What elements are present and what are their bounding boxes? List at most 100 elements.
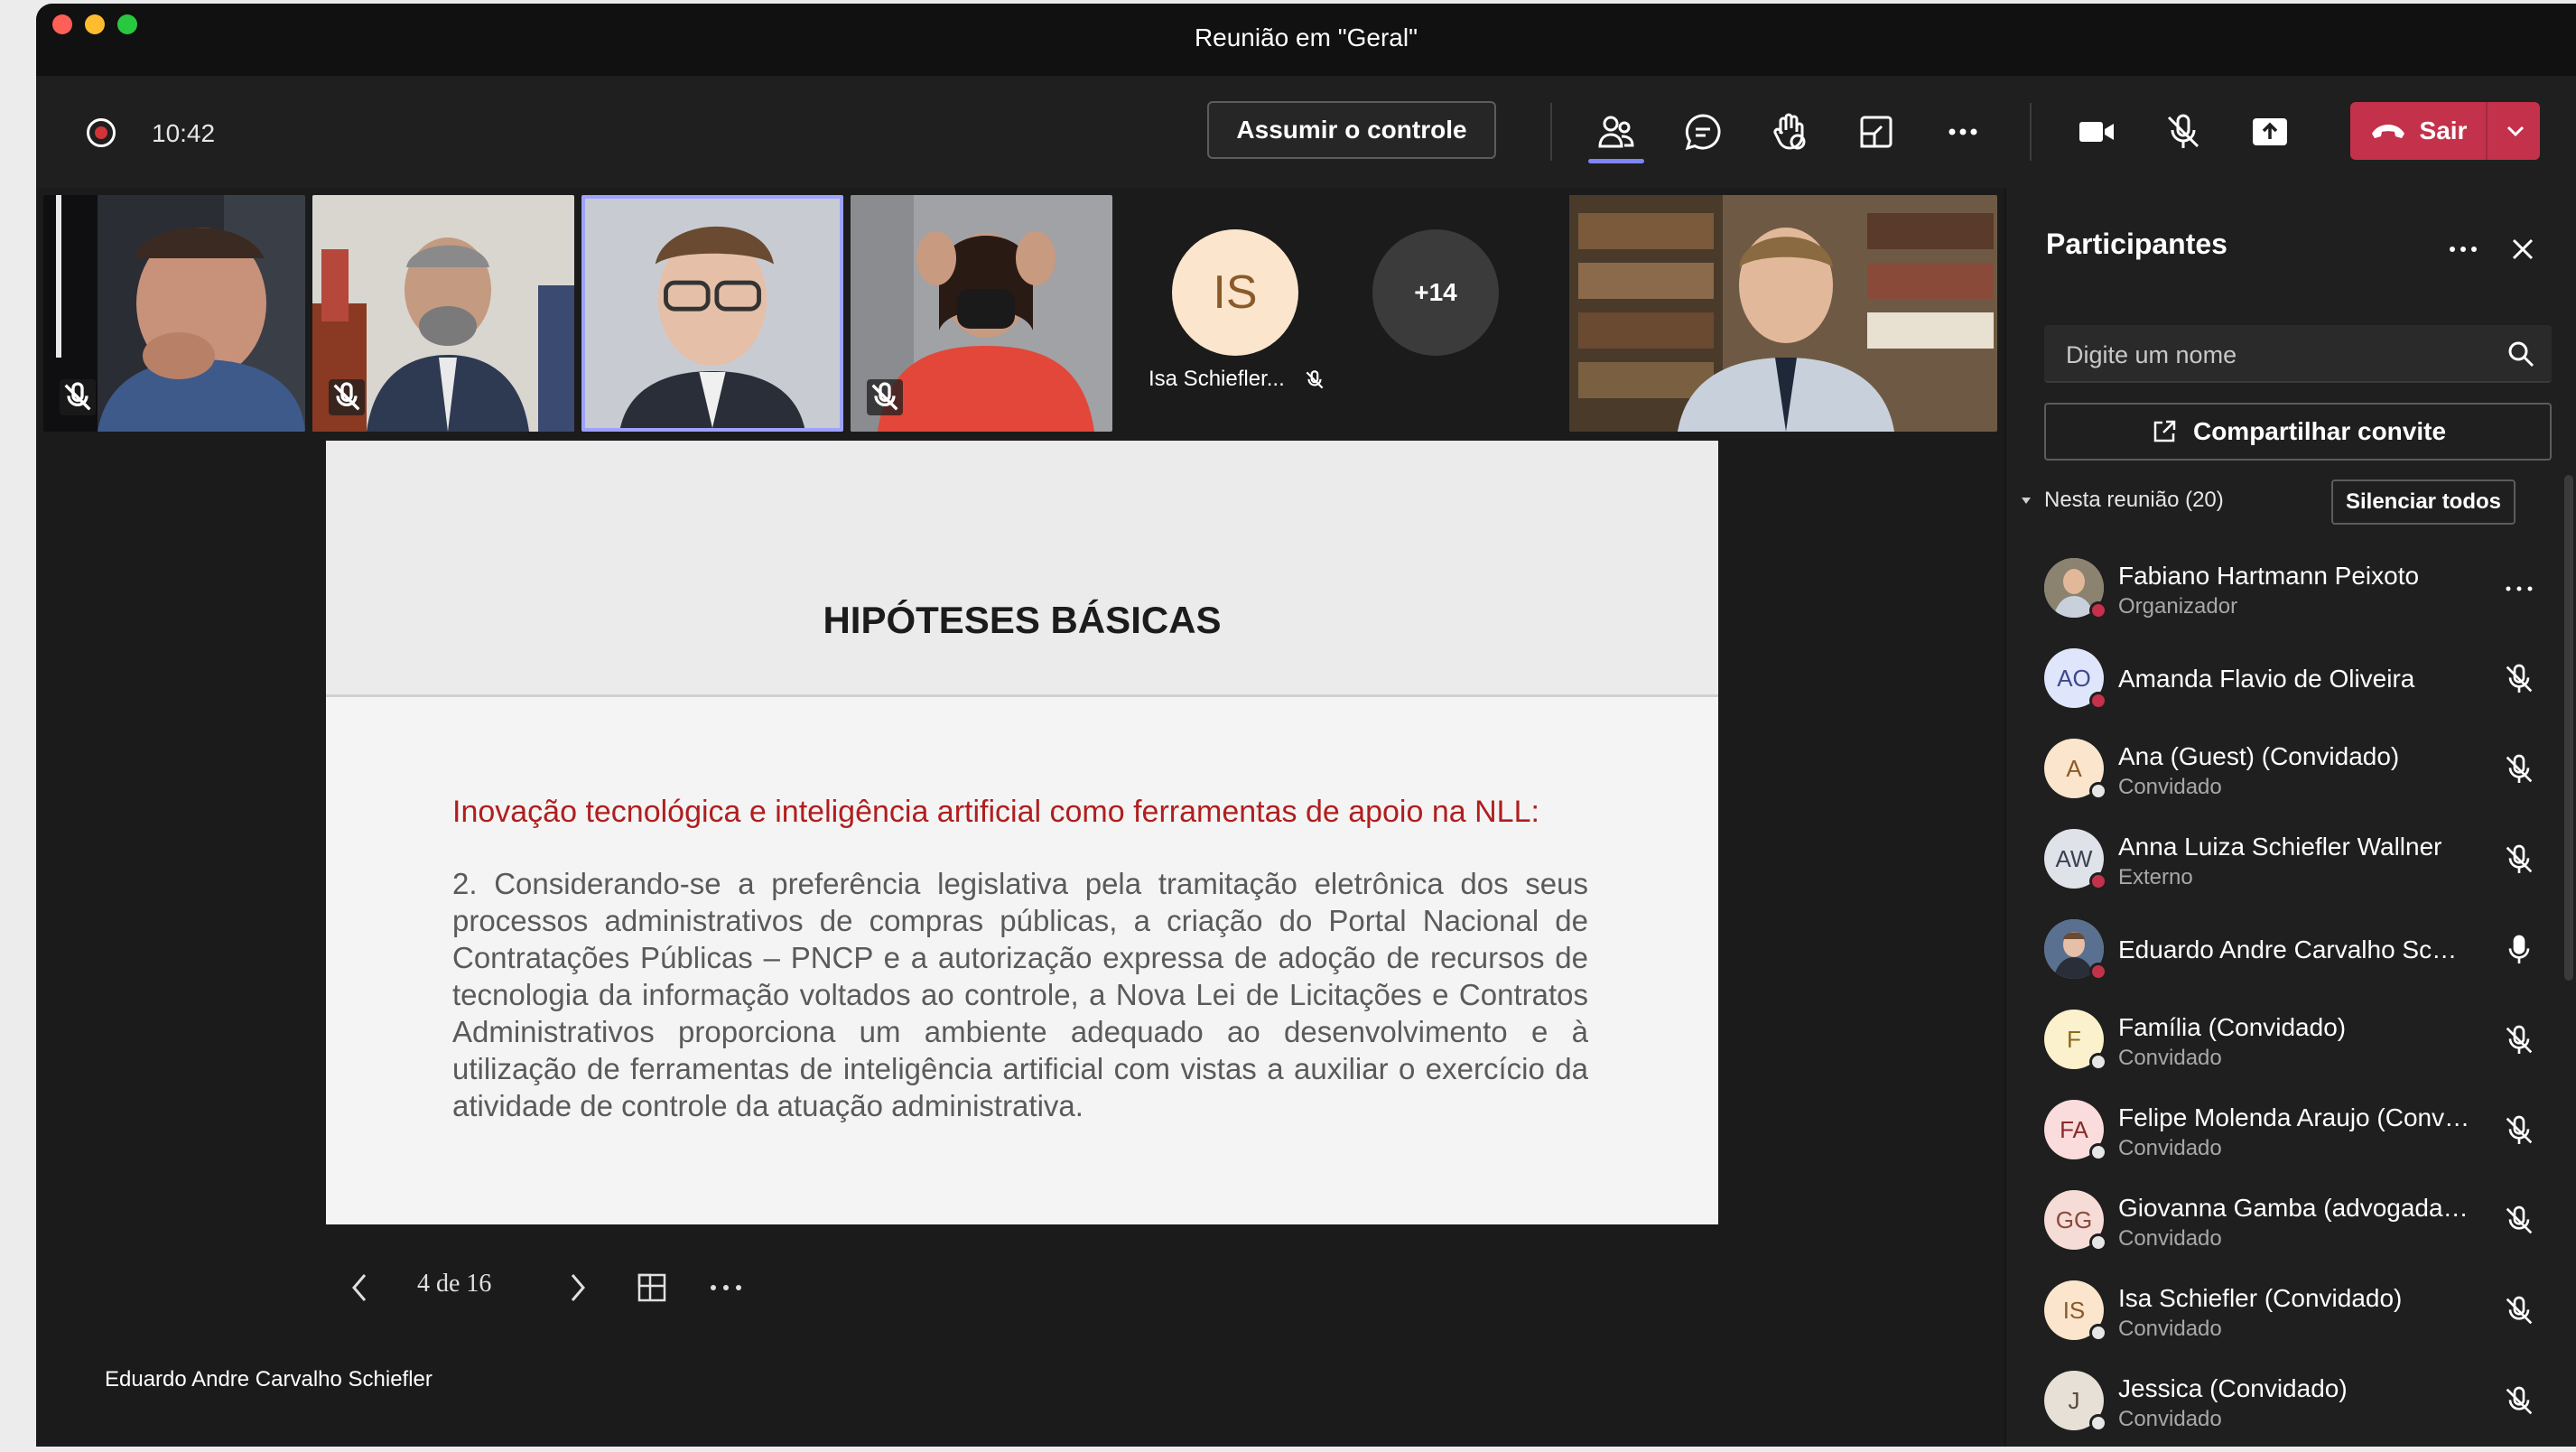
slide-page-indicator: 4 de 16 (417, 1270, 492, 1298)
slide-title: HIPÓTESES BÁSICAS (823, 599, 1222, 641)
shared-presentation-slide: HIPÓTESES BÁSICAS Inovação tecnológica e… (326, 441, 1718, 1224)
take-control-button[interactable]: Assumir o controle (1207, 101, 1496, 159)
active-speaker-tile[interactable] (581, 195, 843, 432)
mic-muted-icon (329, 379, 365, 415)
participant-role: Convidado (2118, 1407, 2222, 1431)
meeting-section-toggle[interactable]: Nesta reunião (20) (2019, 488, 2224, 513)
overflow-participants-button[interactable]: +14 (1372, 229, 1499, 356)
participant-name: Giovanna Gamba (advogada) ... (2118, 1194, 2470, 1222)
busy-status-icon (2089, 692, 2107, 710)
participant-row[interactable]: AW Anna Luiza Schiefler Wallner Externo (2044, 820, 2568, 901)
next-slide-icon[interactable] (562, 1270, 592, 1306)
participant-row[interactable]: F Família (Convidado) Convidado (2044, 1001, 2568, 1082)
more-options-icon[interactable] (1941, 110, 1985, 154)
participant-role: Externo (2118, 865, 2193, 889)
meeting-timer: 10:42 (152, 119, 216, 147)
participant-row[interactable]: J Jessica (Convidado) Convidado (2044, 1362, 2568, 1443)
participant-role: Convidado (2118, 1226, 2222, 1251)
mic-muted-icon[interactable] (2501, 1383, 2537, 1419)
unknown-status-icon (2089, 1143, 2107, 1161)
phone-hangup-icon (2371, 125, 2404, 138)
mic-muted-icon[interactable] (2501, 1293, 2537, 1329)
participants-panel: Participantes Digite um nome Compartilha… (2004, 188, 2576, 1447)
close-icon[interactable] (2505, 231, 2541, 267)
leave-divider (2486, 102, 2488, 160)
mic-muted-icon[interactable] (2501, 1203, 2537, 1239)
participant-row[interactable]: A Ana (Guest) (Convidado) Convidado (2044, 730, 2568, 811)
participant-search-input[interactable]: Digite um nome (2044, 325, 2552, 383)
title-bar: Reunião em "Geral" (36, 4, 2576, 76)
busy-status-icon (2089, 601, 2107, 619)
leave-dropdown[interactable] (2491, 102, 2540, 160)
participant-row[interactable]: IS Isa Schiefler (Convidado) Convidado (2044, 1271, 2568, 1353)
busy-status-icon (2089, 963, 2107, 981)
view-icon[interactable] (1855, 110, 1898, 154)
participant-name: Ana (Guest) (Convidado) (2118, 742, 2400, 770)
share-invite-icon (2153, 420, 2176, 442)
mic-muted-icon[interactable] (2162, 110, 2205, 154)
mic-muted-icon (1306, 369, 1324, 389)
video-tile[interactable] (312, 195, 574, 432)
toolbar-divider (1550, 103, 1552, 161)
meeting-toolbar: 10:42 Assumir o controle Sair (36, 76, 2576, 188)
camera-icon[interactable] (2075, 110, 2118, 154)
unknown-status-icon (2089, 1414, 2107, 1432)
participant-more-icon[interactable] (2501, 571, 2537, 607)
leave-main[interactable]: Sair (2350, 102, 2486, 160)
caret-down-icon (2022, 498, 2031, 504)
participant-row[interactable]: GG Giovanna Gamba (advogada) ... Convida… (2044, 1181, 2568, 1262)
mic-muted-icon (867, 379, 903, 415)
slide-navigation: 4 de 16 (345, 1261, 760, 1315)
participant-name: Anna Luiza Schiefler Wallner (2118, 833, 2442, 861)
participant-role: Organizador (2118, 594, 2238, 619)
mic-muted-icon[interactable] (2501, 842, 2537, 878)
slide-subtitle: Inovação tecnológica e inteligência arti… (452, 795, 1539, 829)
chevron-down-icon (2506, 126, 2525, 137)
panel-title: Participantes (2046, 228, 2227, 260)
slide-more-icon[interactable] (706, 1270, 746, 1306)
participant-name: Família (Convidado) (2118, 1013, 2347, 1041)
meeting-stage: IS Isa Schiefler... +14 HIPÓTESES BÁSICA… (36, 188, 2004, 1447)
teams-window: Reunião em "Geral" 10:42 Assumir o contr… (36, 4, 2576, 1447)
unknown-status-icon (2089, 1324, 2107, 1342)
raise-hand-icon[interactable] (1768, 110, 1811, 154)
participant-row[interactable]: Fabiano Hartmann Peixoto Organizador (2044, 549, 2568, 630)
participant-name: Amanda Flavio de Oliveira (2118, 665, 2415, 693)
recording-icon (87, 118, 116, 147)
active-tab-indicator (1588, 159, 1644, 163)
section-label: Nesta reunião (20) (2044, 488, 2224, 512)
participant-role: Convidado (2118, 1046, 2222, 1070)
participant-role: Convidado (2118, 1136, 2222, 1160)
leave-button[interactable]: Sair (2350, 102, 2540, 160)
mic-muted-icon[interactable] (2501, 751, 2537, 787)
slide-header: HIPÓTESES BÁSICAS (326, 441, 1718, 697)
search-icon[interactable] (2506, 340, 2535, 368)
mic-on-icon[interactable] (2501, 932, 2537, 968)
participant-avatar[interactable]: IS (1172, 229, 1298, 356)
unknown-status-icon (2089, 1053, 2107, 1071)
mic-muted-icon (60, 379, 96, 415)
unknown-status-icon (2089, 1233, 2107, 1252)
panel-more-icon[interactable] (2445, 231, 2481, 267)
video-tile[interactable] (1569, 195, 1997, 432)
mic-muted-icon[interactable] (2501, 661, 2537, 697)
share-icon[interactable] (2248, 110, 2292, 154)
slide-body-text: 2. Considerando-se a preferência legisla… (452, 867, 1588, 1122)
mute-all-button[interactable]: Silenciar todos (2331, 479, 2516, 525)
toolbar-divider-2 (2030, 103, 2032, 161)
previous-slide-icon[interactable] (345, 1270, 376, 1306)
video-tile[interactable] (43, 195, 305, 432)
participant-row[interactable]: Eduardo Andre Carvalho Schi... (2044, 910, 2568, 991)
mic-muted-icon[interactable] (2501, 1022, 2537, 1058)
participant-row[interactable]: AO Amanda Flavio de Oliveira (2044, 639, 2568, 721)
chat-icon[interactable] (1681, 110, 1725, 154)
mic-muted-icon[interactable] (2501, 1112, 2537, 1149)
share-invite-button[interactable]: Compartilhar convite (2044, 403, 2552, 461)
participant-name: Eduardo Andre Carvalho Schi... (2118, 935, 2470, 963)
participant-row[interactable]: FA Felipe Molenda Araujo (Convi... Convi… (2044, 1091, 2568, 1172)
slide-grid-icon[interactable] (634, 1270, 670, 1306)
participant-name: Isa Schiefler... (1149, 367, 1285, 391)
people-icon[interactable] (1595, 110, 1638, 154)
video-tile[interactable] (851, 195, 1112, 432)
participant-role: Convidado (2118, 1317, 2222, 1341)
